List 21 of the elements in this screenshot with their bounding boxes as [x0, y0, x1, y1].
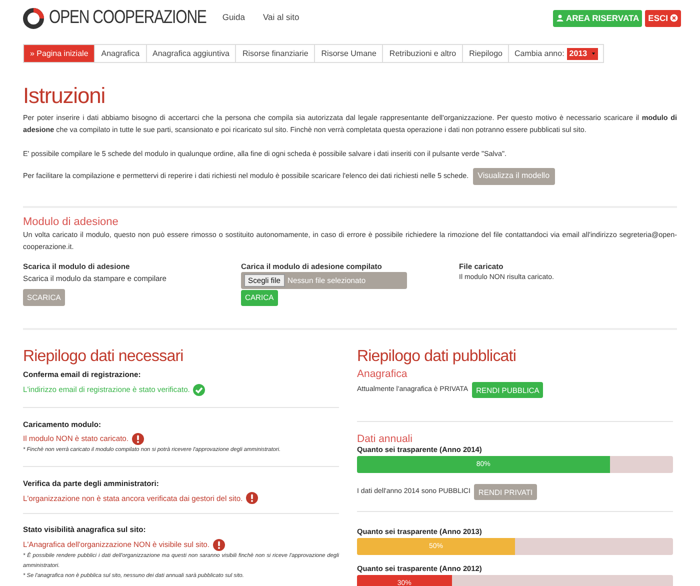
close-icon: [670, 14, 678, 22]
logo-text: OPEN COOPERAZIONE: [49, 5, 206, 30]
section-title: Riepilogo dati pubblicati: [357, 348, 518, 366]
exclamation-icon: [212, 538, 225, 551]
year-select[interactable]: 2013: [567, 48, 598, 60]
nav-link[interactable]: Guida: [222, 10, 246, 24]
exit-button[interactable]: ESCI: [645, 10, 681, 26]
check-icon: [192, 384, 205, 396]
exclamation-icon: [132, 433, 144, 446]
section-subtitle: Anagrafica: [357, 368, 408, 382]
nav-tab[interactable]: » Pagina iniziale: [24, 45, 96, 62]
logo-icon: [23, 8, 44, 28]
section-subtitle: Dati annuali: [357, 433, 414, 446]
exclamation-icon: [246, 492, 258, 504]
section-subtitle: Modulo di adesione: [23, 216, 120, 228]
caret-icon: [591, 51, 596, 56]
year-label: Cambia anno:: [514, 48, 564, 60]
section-title: Riepilogo dati necessari: [23, 348, 184, 366]
section-title: Istruzioni: [23, 82, 106, 108]
user-icon: [556, 14, 564, 22]
nav-link[interactable]: Vai al sito: [263, 10, 300, 24]
